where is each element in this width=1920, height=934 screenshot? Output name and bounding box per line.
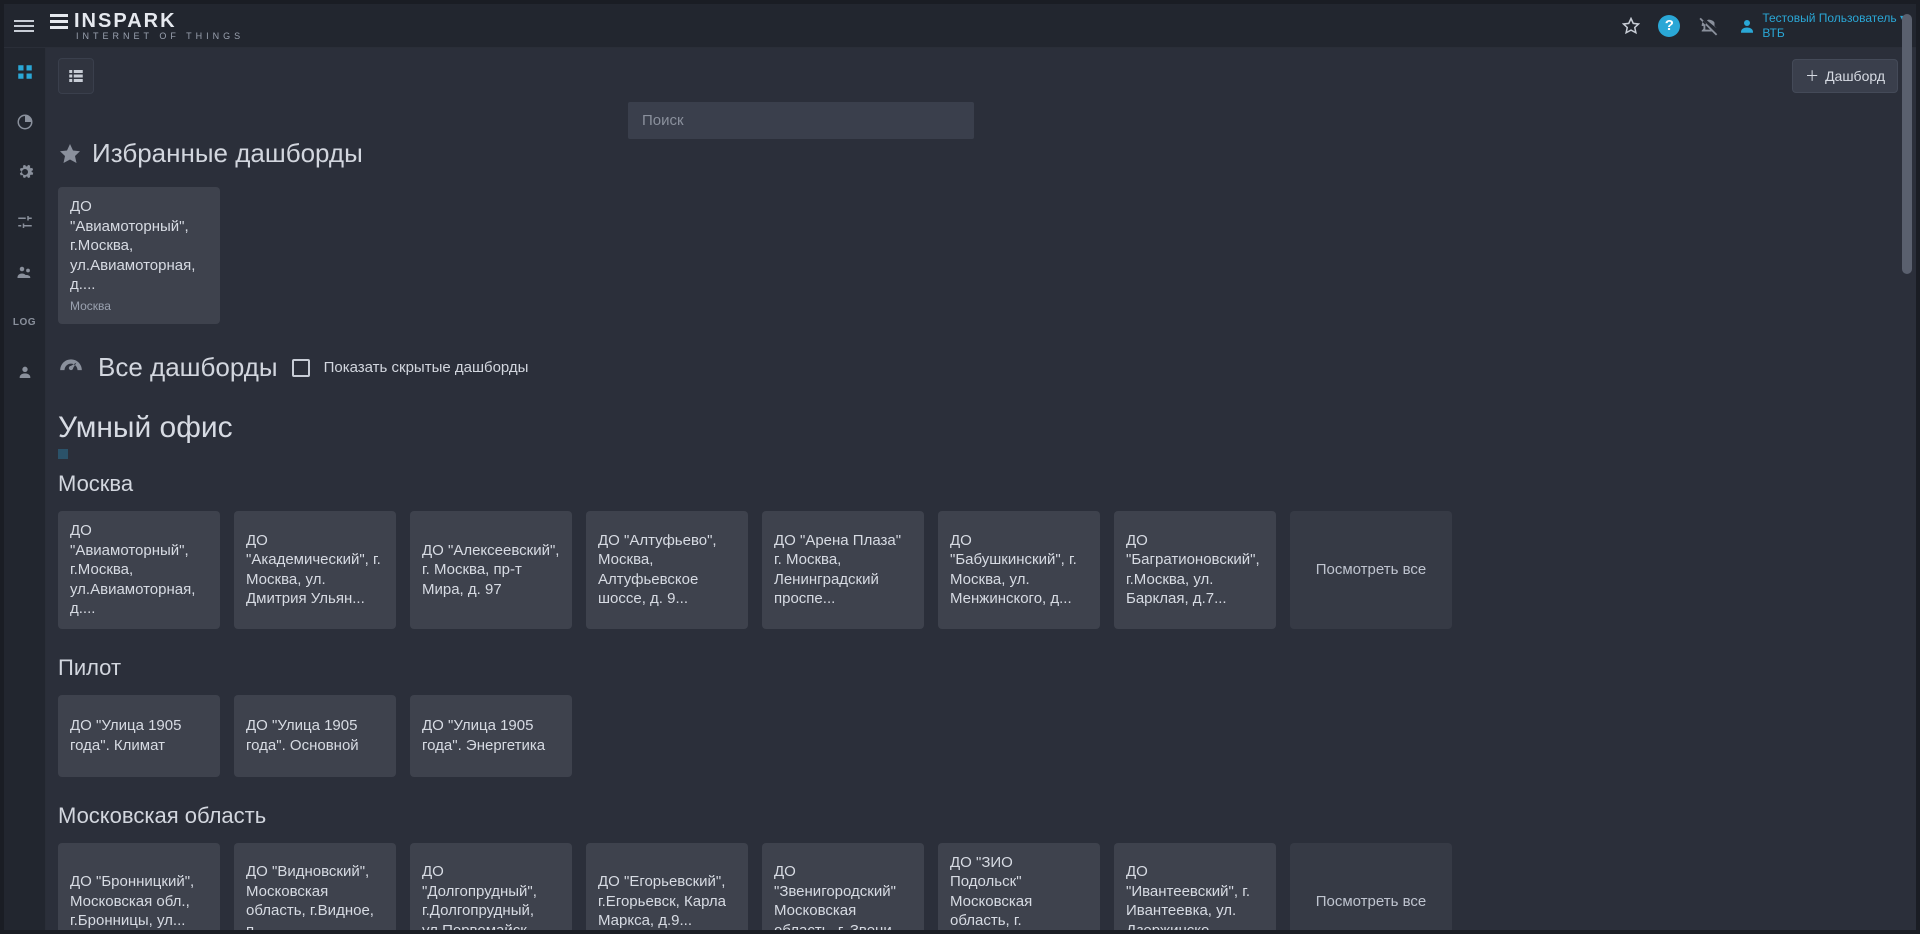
sidebar-controls-icon[interactable] <box>11 208 39 236</box>
dashboard-card[interactable]: ДО "Улица 1905 года". Энергетика <box>410 695 572 777</box>
dashboard-card[interactable]: ДО "Улица 1905 года". Основной <box>234 695 396 777</box>
sidebar-reports-icon[interactable] <box>11 108 39 136</box>
subgroup-title: Пилот <box>58 655 1898 681</box>
brand-tagline: INTERNET OF THINGS <box>76 31 244 41</box>
notifications-muted-icon[interactable] <box>1698 15 1720 37</box>
dashboard-card[interactable]: ДО "Видновский", Московская область, г.В… <box>234 843 396 930</box>
all-dashboards-title: Все дашборды <box>98 352 278 383</box>
dashboard-card[interactable]: ДО "Алтуфьево", Москва, Алтуфьевское шос… <box>586 511 748 629</box>
add-dashboard-button[interactable]: ＋ Дашборд <box>1792 59 1898 93</box>
dashboard-card[interactable]: ДО "Ивантеевский", г. Ивантеевка, ул. Дз… <box>1114 843 1276 930</box>
dashboard-card[interactable]: ДО "Улица 1905 года". Климат <box>58 695 220 777</box>
fav-card-title: ДО "Авиамоторный", г.Москва, ул.Авиамото… <box>70 197 208 295</box>
show-hidden-label: Показать скрытые дашборды <box>324 359 529 376</box>
help-icon[interactable]: ? <box>1658 15 1680 37</box>
scrollbar-thumb[interactable] <box>1902 14 1912 274</box>
dashboard-card[interactable]: ДО "Багратионовский", г.Москва, ул. Барк… <box>1114 511 1276 629</box>
brand-name: INSPARK <box>74 10 177 33</box>
gauge-icon <box>58 355 84 381</box>
sidebar-profile-icon[interactable] <box>11 358 39 386</box>
topbar: INSPARK INTERNET OF THINGS ? Тестовый По… <box>4 4 1916 48</box>
sidebar-users-icon[interactable] <box>11 258 39 286</box>
user-menu[interactable]: Тестовый Пользователь ▾ ВТБ <box>1738 11 1906 40</box>
user-line2: ВТБ <box>1762 26 1906 40</box>
favorites-title: Избранные дашборды <box>92 138 363 169</box>
sidebar: LOG <box>4 48 46 930</box>
menu-toggle-button[interactable] <box>14 16 34 36</box>
search-input[interactable] <box>628 102 974 139</box>
dashboard-card[interactable]: ДО "Егорьевский", г.Егорьевск, Карла Мар… <box>586 843 748 930</box>
fav-card-sub: Москва <box>70 299 208 315</box>
brand-logo[interactable]: INSPARK INTERNET OF THINGS <box>50 10 244 41</box>
view-all-button[interactable]: Посмотреть все <box>1290 511 1452 629</box>
star-icon[interactable] <box>1622 17 1640 35</box>
scrollbar[interactable] <box>1902 8 1914 926</box>
dashboard-card[interactable]: ДО "Арена Плаза" г. Москва, Ленинградски… <box>762 511 924 629</box>
dashboard-card[interactable]: ДО "Авиамоторный", г.Москва, ул.Авиамото… <box>58 511 220 629</box>
sidebar-dashboards-icon[interactable] <box>11 58 39 86</box>
dashboard-card[interactable]: ДО "Звенигородский" Московская область, … <box>762 843 924 930</box>
view-all-button[interactable]: Посмотреть все <box>1290 843 1452 930</box>
subgroup-title: Москва <box>58 471 1898 497</box>
group-title: Умный офис <box>58 411 1898 445</box>
user-line1: Тестовый Пользователь <box>1762 11 1896 25</box>
subgroup-title: Московская область <box>58 803 1898 829</box>
plus-icon: ＋ <box>1805 66 1819 86</box>
add-dashboard-label: Дашборд <box>1825 68 1885 84</box>
user-icon <box>1738 17 1756 35</box>
content-area: ＋ Дашборд Избранные дашборды <box>46 48 1916 930</box>
star-filled-icon <box>58 142 82 166</box>
dashboard-card[interactable]: ДО "Бабушкинский", г. Москва, ул. Менжин… <box>938 511 1100 629</box>
favorite-dashboard-card[interactable]: ДО "Авиамоторный", г.Москва, ул.Авиамото… <box>58 187 220 324</box>
show-hidden-checkbox[interactable] <box>292 359 310 377</box>
sidebar-log-icon[interactable]: LOG <box>11 308 39 336</box>
group-accent <box>58 449 68 459</box>
dashboard-card[interactable]: ДО "Академический", г. Москва, ул. Дмитр… <box>234 511 396 629</box>
dashboard-card[interactable]: ДО "ЗИО Подольск" Московская область, г.… <box>938 843 1100 930</box>
dashboard-card[interactable]: ДО "Алексеевский", г. Москва, пр-т Мира,… <box>410 511 572 629</box>
view-grid-toggle[interactable] <box>58 58 94 94</box>
dashboard-card[interactable]: ДО "Долгопрудный", г.Долгопрудный, ул.Пе… <box>410 843 572 930</box>
sidebar-settings-icon[interactable] <box>11 158 39 186</box>
dashboard-card[interactable]: ДО "Бронницкий", Московская обл., г.Брон… <box>58 843 220 930</box>
